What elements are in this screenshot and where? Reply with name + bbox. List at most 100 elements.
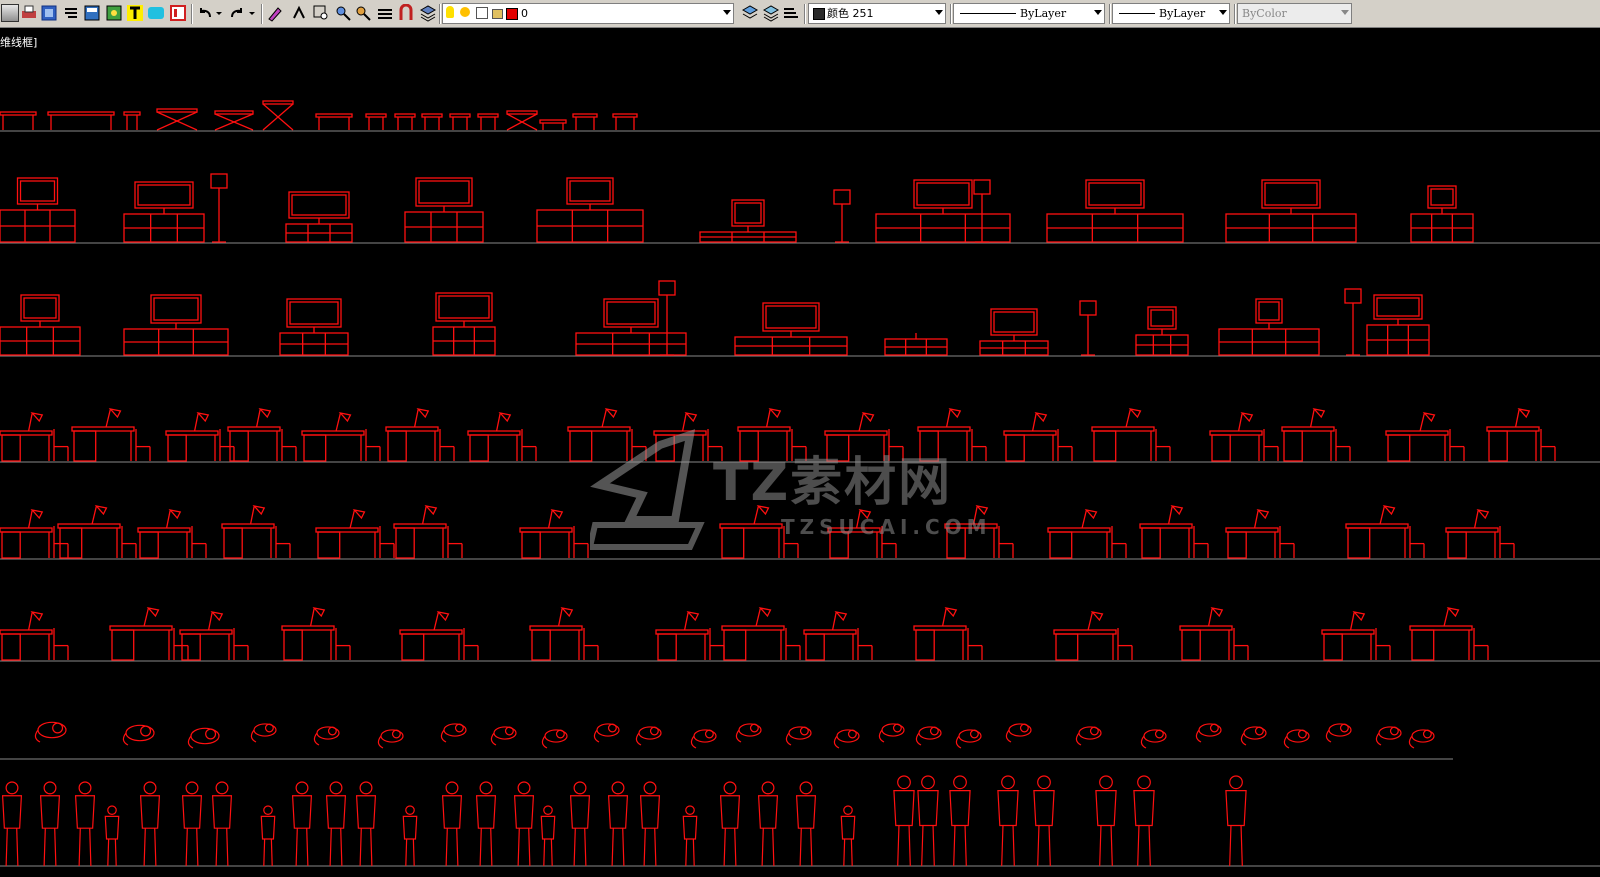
chair-block bbox=[709, 628, 725, 660]
table-block bbox=[123, 111, 141, 130]
tv-cabinet-block bbox=[1225, 179, 1357, 243]
desk-block bbox=[913, 606, 967, 661]
watermark-title: TZ素材网 bbox=[713, 453, 953, 513]
person-elevation-block bbox=[997, 775, 1019, 867]
layer-states-icon[interactable] bbox=[782, 4, 800, 22]
desk-block bbox=[803, 610, 857, 661]
person-elevation-block bbox=[949, 775, 971, 867]
properties-icon[interactable] bbox=[83, 4, 101, 22]
zoom-realtime-icon[interactable] bbox=[334, 4, 352, 22]
desk-block bbox=[301, 411, 365, 462]
person-topview-block bbox=[1140, 729, 1167, 749]
table-block bbox=[449, 113, 471, 130]
desk-block bbox=[1047, 508, 1111, 559]
chevron-down-icon[interactable] bbox=[723, 10, 731, 15]
person-topview-block bbox=[785, 726, 812, 746]
person-elevation-block bbox=[1133, 775, 1155, 867]
print-icon[interactable] bbox=[20, 4, 38, 22]
block-icon[interactable] bbox=[397, 3, 415, 22]
layer-manager-icon[interactable] bbox=[419, 4, 437, 22]
person-elevation-block bbox=[569, 781, 591, 867]
person-elevation-block bbox=[795, 781, 817, 867]
chevron-down-icon[interactable] bbox=[1094, 10, 1102, 15]
person-topview-block bbox=[690, 729, 717, 749]
desk-block bbox=[315, 508, 379, 559]
desk-block bbox=[109, 606, 173, 661]
desk-block bbox=[1385, 411, 1449, 462]
desk-block bbox=[393, 504, 447, 559]
person-elevation-block bbox=[607, 781, 629, 867]
person-elevation-block bbox=[441, 781, 463, 867]
desk-block bbox=[1321, 610, 1375, 661]
chair-block bbox=[173, 628, 189, 660]
zoom-window-icon[interactable] bbox=[312, 4, 330, 22]
desk-block bbox=[227, 407, 281, 462]
desk-block bbox=[467, 411, 521, 462]
desk-block bbox=[529, 606, 583, 661]
plot-preview-icon[interactable] bbox=[40, 4, 58, 22]
tool-palettes-icon[interactable] bbox=[147, 4, 165, 22]
lineweight-label: ByLayer bbox=[1159, 7, 1206, 20]
open-icon[interactable] bbox=[1, 4, 19, 22]
table-block bbox=[612, 113, 638, 130]
layer-combo[interactable]: 0 bbox=[442, 3, 734, 24]
chevron-down-icon[interactable] bbox=[935, 10, 943, 15]
person-elevation-block bbox=[291, 781, 313, 867]
desk-block bbox=[1486, 407, 1540, 462]
design-center-icon[interactable] bbox=[105, 4, 123, 22]
sheet-set-icon[interactable] bbox=[169, 4, 187, 22]
chevron-down-icon[interactable] bbox=[1219, 10, 1227, 15]
color-combo[interactable]: 颜色 251 bbox=[808, 3, 946, 24]
person-elevation-block bbox=[104, 805, 120, 867]
tv-cabinet-block bbox=[123, 181, 205, 243]
tv-cabinet-block bbox=[279, 298, 349, 356]
undo-icon[interactable] bbox=[196, 4, 214, 22]
stool-block bbox=[156, 108, 198, 131]
linetype-combo[interactable]: ByLayer bbox=[953, 3, 1105, 24]
toolbar-separator bbox=[1109, 4, 1111, 24]
zoom-previous-icon[interactable] bbox=[354, 4, 372, 22]
freeze-icon[interactable] bbox=[476, 7, 488, 19]
table-block bbox=[47, 111, 115, 130]
plotstyle-combo[interactable]: ByColor bbox=[1237, 3, 1352, 24]
person-topview-block bbox=[377, 729, 404, 749]
person-elevation-block bbox=[260, 805, 276, 867]
measure-icon[interactable] bbox=[376, 4, 394, 22]
person-elevation-block bbox=[1033, 775, 1055, 867]
person-topview-block bbox=[1240, 726, 1267, 746]
chevron-down-icon[interactable] bbox=[1341, 10, 1349, 15]
chair-block bbox=[971, 429, 987, 461]
person-elevation-block bbox=[840, 805, 856, 867]
chair-block bbox=[53, 628, 69, 660]
person-elevation-block bbox=[39, 781, 61, 867]
layer-previous-icon[interactable] bbox=[762, 4, 780, 22]
redo-icon[interactable] bbox=[228, 4, 246, 22]
tv-cabinet-block bbox=[884, 333, 948, 356]
person-topview-block bbox=[833, 729, 860, 749]
match-properties-icon[interactable] bbox=[266, 4, 284, 22]
person-topview-block bbox=[187, 727, 220, 749]
person-topview-block bbox=[955, 729, 982, 749]
chair-block bbox=[583, 628, 599, 660]
linetype-label: ByLayer bbox=[1020, 7, 1067, 20]
pan-icon[interactable] bbox=[290, 4, 308, 22]
sun-icon[interactable] bbox=[460, 7, 470, 17]
bulb-on-icon[interactable] bbox=[446, 6, 454, 18]
chair-block bbox=[1233, 628, 1249, 660]
tv-cabinet-block bbox=[734, 302, 848, 356]
text-icon[interactable] bbox=[126, 4, 144, 22]
lineweight-combo[interactable]: ByLayer bbox=[1112, 3, 1230, 24]
chair-block bbox=[121, 526, 137, 558]
undo-dropdown-icon[interactable] bbox=[215, 4, 223, 22]
people-blocks bbox=[1, 721, 1435, 867]
publish-icon[interactable] bbox=[62, 4, 80, 22]
lock-icon[interactable] bbox=[492, 9, 503, 19]
person-elevation-block bbox=[355, 781, 377, 867]
redo-dropdown-icon[interactable] bbox=[248, 4, 256, 22]
chair-block bbox=[1375, 628, 1391, 660]
chair-block bbox=[1499, 526, 1515, 558]
chair-block bbox=[1449, 429, 1465, 461]
make-current-icon[interactable] bbox=[741, 4, 759, 22]
chair-block bbox=[1057, 429, 1073, 461]
chair-block bbox=[191, 526, 207, 558]
